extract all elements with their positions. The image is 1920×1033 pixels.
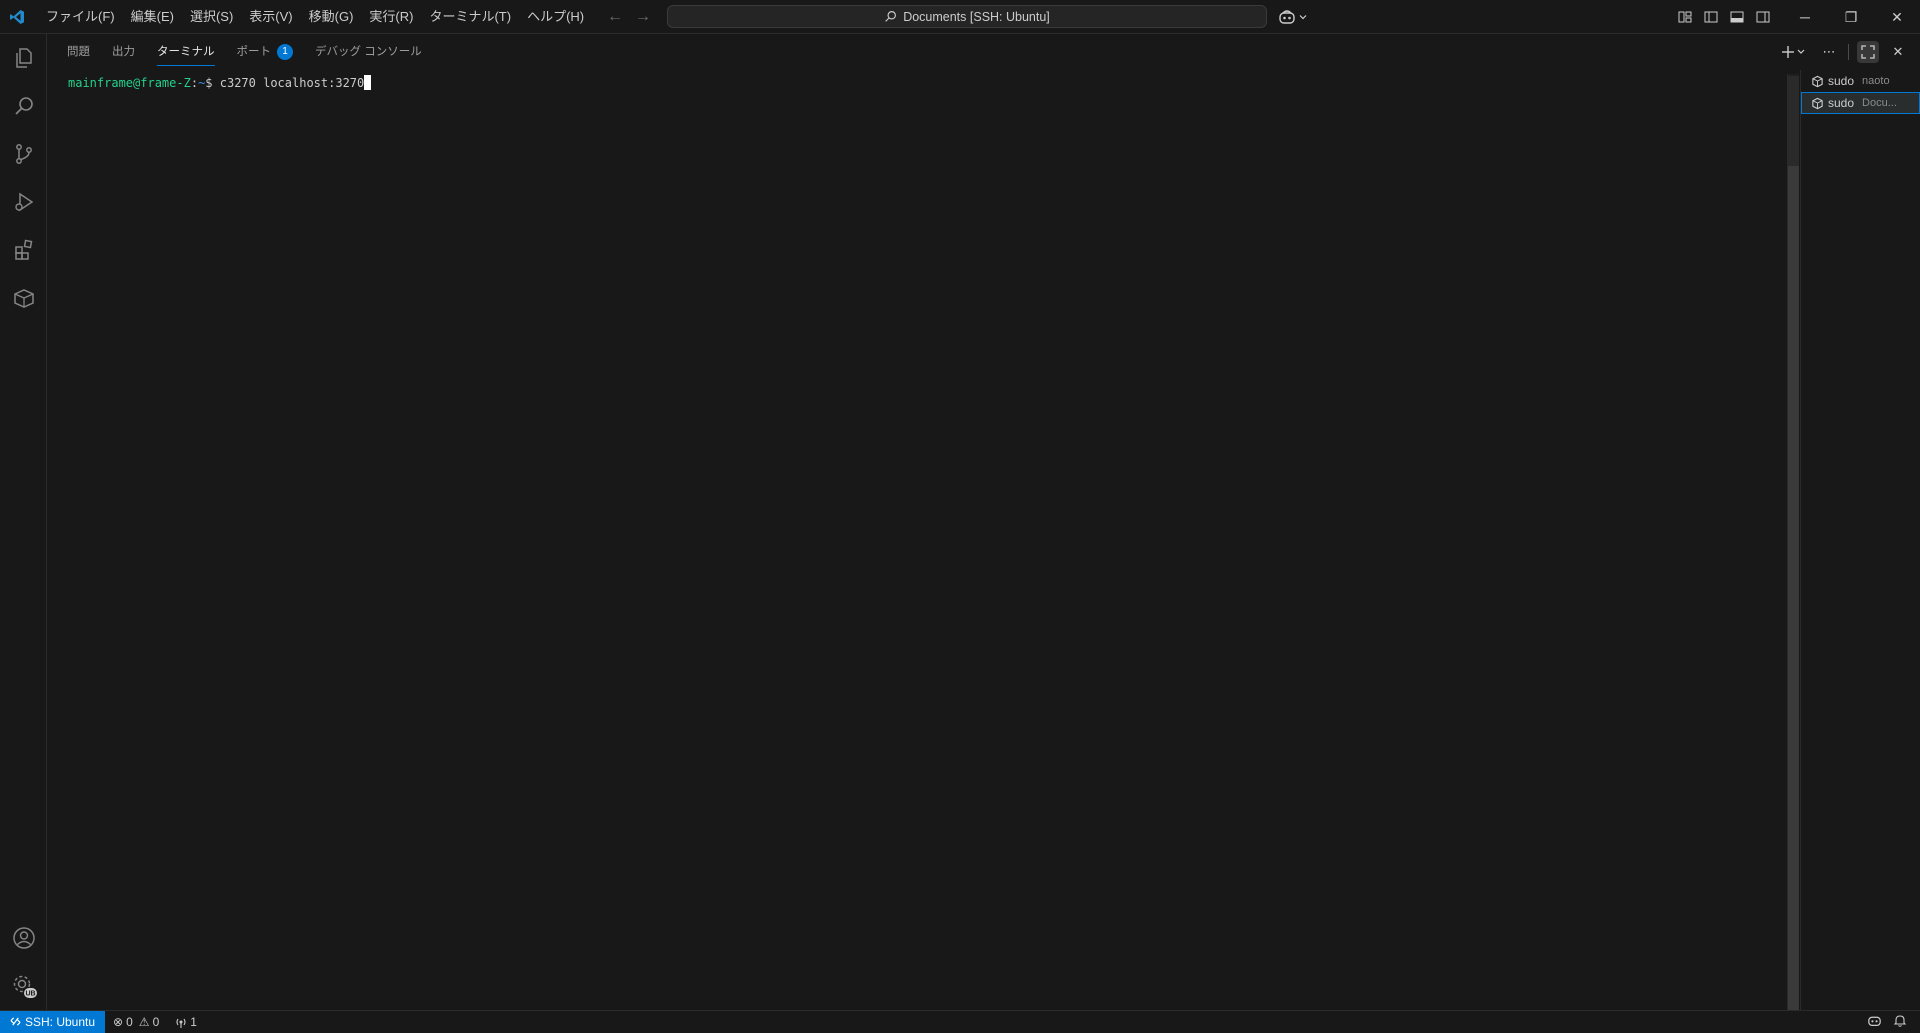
ports-badge: 1 [277, 44, 293, 60]
account-badge: UB [25, 991, 35, 998]
prompt-separator: : [190, 76, 199, 90]
tab-terminal[interactable]: ターミナル [157, 43, 215, 66]
panel-actions: ⋯ ✕ [1780, 34, 1909, 70]
terminal-tab-active[interactable]: sudo Docu... [1801, 92, 1920, 114]
back-arrow-icon[interactable]: ← [606, 8, 624, 26]
menu-edit[interactable]: 編集(E) [123, 0, 182, 34]
terminal-output[interactable]: mainframe@frame-Z:~$ c3270 localhost:327… [68, 74, 1768, 814]
panel-tabs: 問題 出力 ターミナル ポート 1 デバッグ コンソール [56, 34, 433, 70]
terminal-tab-desc: Docu... [1862, 97, 1897, 109]
warning-count: 0 [152, 1014, 160, 1029]
status-bar: SSH: Ubuntu ⊗ 0 ⚠ 0 1 [0, 1010, 1920, 1033]
ports-count: 1 [190, 1014, 197, 1029]
new-terminal-button[interactable] [1780, 41, 1810, 63]
remote-icon [10, 1017, 21, 1026]
ports-icon [176, 1018, 186, 1028]
terminal-scrollbar-thumb[interactable] [1788, 166, 1799, 1010]
menu-run[interactable]: 実行(R) [361, 0, 421, 34]
problems-status[interactable]: ⊗ 0 ⚠ 0 [105, 1015, 167, 1029]
terminal-command: c3270 localhost:3270 [219, 76, 365, 90]
menu-terminal[interactable]: ターミナル(T) [421, 0, 519, 34]
remote-terminal-icon [1812, 75, 1823, 87]
menu-selection[interactable]: 選択(S) [182, 0, 241, 34]
notifications-bell-icon[interactable] [1893, 1014, 1907, 1030]
toggle-primary-sidebar-icon[interactable] [1702, 8, 1720, 26]
terminal-tab-name: sudo [1828, 74, 1855, 88]
explorer-icon[interactable] [0, 34, 47, 82]
account-icon[interactable] [0, 914, 47, 962]
menu-go[interactable]: 移動(G) [301, 0, 362, 34]
restore-icon[interactable]: ❐ [1828, 0, 1874, 34]
title-bar: ファイル(F) 編集(E) 選択(S) 表示(V) 移動(G) 実行(R) ター… [0, 0, 1920, 34]
copilot-status-icon[interactable] [1867, 1014, 1882, 1030]
error-icon: ⊗ [113, 1014, 124, 1029]
terminal-cursor [364, 75, 372, 90]
extensions-icon[interactable] [0, 226, 47, 274]
remote-terminal-icon [1812, 97, 1823, 109]
forward-arrow-icon[interactable]: → [634, 8, 652, 26]
prompt-symbol: $ [205, 76, 220, 90]
scrollbar-top-region [1788, 76, 1799, 166]
prompt-user: mainframe@frame-Z [68, 76, 191, 90]
tab-debug-console[interactable]: デバッグ コンソール [315, 43, 422, 61]
toggle-panel-icon[interactable] [1728, 8, 1746, 26]
search-icon [885, 11, 897, 22]
error-count: 0 [126, 1014, 133, 1029]
copilot-button[interactable] [1278, 7, 1308, 27]
divider [1848, 44, 1849, 60]
tab-output[interactable]: 出力 [112, 43, 135, 61]
manage-gear-icon[interactable]: UB [0, 962, 47, 1010]
more-actions-icon[interactable]: ⋯ [1818, 41, 1840, 63]
search-icon[interactable] [0, 82, 47, 130]
menu-view[interactable]: 表示(V) [241, 0, 300, 34]
menu-file[interactable]: ファイル(F) [38, 0, 123, 34]
customize-layout-icon[interactable] [1676, 8, 1694, 26]
remote-indicator[interactable]: SSH: Ubuntu [0, 1010, 106, 1033]
tab-ports[interactable]: ポート 1 [237, 43, 293, 61]
ports-status[interactable]: 1 [167, 1015, 205, 1029]
source-control-icon[interactable] [0, 130, 47, 178]
activity-bar: UB [0, 34, 47, 1010]
run-debug-icon[interactable] [0, 178, 47, 226]
close-panel-icon[interactable]: ✕ [1887, 41, 1909, 63]
toggle-secondary-sidebar-icon[interactable] [1754, 8, 1772, 26]
copilot-icon [1279, 10, 1295, 24]
remote-explorer-icon[interactable] [0, 274, 47, 322]
warning-icon: ⚠ [138, 1014, 150, 1029]
terminal-tab[interactable]: sudo naoto [1801, 70, 1920, 92]
menu-help[interactable]: ヘルプ(H) [519, 0, 592, 34]
terminal-tabs-list: sudo naoto sudo Docu... [1800, 70, 1920, 1010]
maximize-panel-icon[interactable] [1857, 41, 1879, 63]
menu-bar: ファイル(F) 編集(E) 選択(S) 表示(V) 移動(G) 実行(R) ター… [38, 0, 592, 34]
remote-label: SSH: Ubuntu [25, 1014, 96, 1029]
tab-problems[interactable]: 問題 [67, 43, 90, 61]
terminal-tab-name: sudo [1828, 96, 1855, 110]
command-center[interactable]: Documents [SSH: Ubuntu] [667, 5, 1267, 28]
close-icon[interactable]: ✕ [1874, 0, 1920, 34]
minimize-icon[interactable]: ─ [1782, 0, 1828, 34]
chevron-down-icon [1299, 15, 1307, 20]
vscode-logo-icon[interactable] [0, 0, 34, 34]
terminal-tab-desc: naoto [1862, 75, 1890, 87]
command-center-label: Documents [SSH: Ubuntu] [903, 9, 1050, 24]
